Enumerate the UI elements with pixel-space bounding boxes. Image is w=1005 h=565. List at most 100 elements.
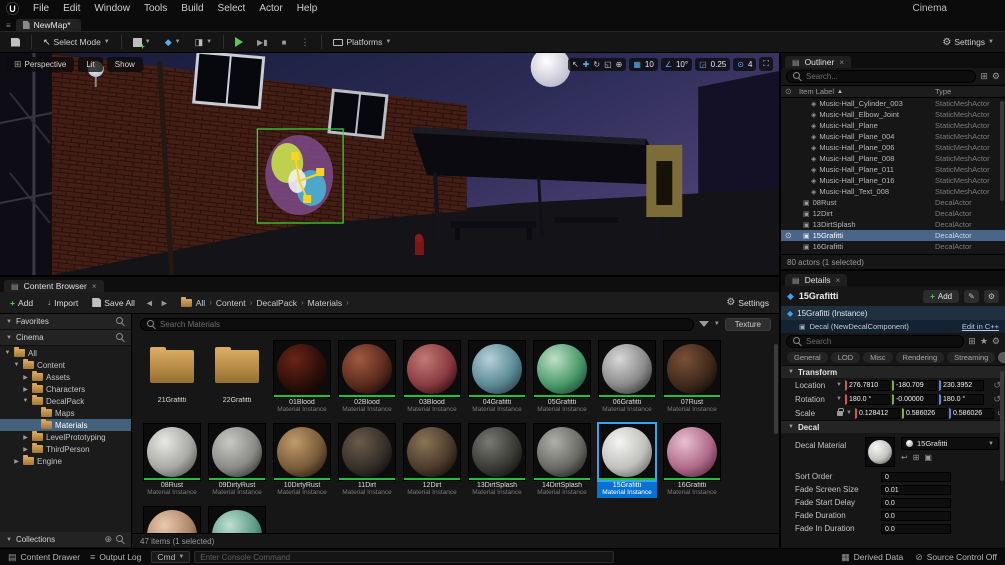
tab-content-browser[interactable]: ▤ Content Browser ×: [4, 280, 104, 292]
import-button[interactable]: ↓Import: [43, 296, 82, 310]
value-x[interactable]: 0.128412: [855, 408, 900, 419]
breadcrumb-all[interactable]: All: [196, 298, 205, 308]
view-mode-dropdown[interactable]: Lit: [78, 57, 102, 72]
decal-material-dropdown[interactable]: 15Grafitti ▼: [901, 437, 999, 450]
add-collection-icon[interactable]: ⊕: [104, 534, 112, 545]
outliner-row-music-hall_plane_011[interactable]: ◈Music-Hall_Plane_011StaticMeshActor: [781, 164, 1005, 175]
menu-edit[interactable]: Edit: [56, 2, 87, 15]
outliner-row-music-hall_cylinder_003[interactable]: ◈Music-Hall_Cylinder_003StaticMeshActor: [781, 98, 1005, 109]
stop-button[interactable]: ■: [277, 36, 292, 49]
outliner-row-13dirtsplash[interactable]: ▣13DirtSplashDecalActor: [781, 219, 1005, 230]
move-tool-icon[interactable]: ✚: [583, 60, 590, 69]
asset-13dirtsplash[interactable]: 13DirtSplashMaterial Instance: [467, 423, 527, 498]
section-decal[interactable]: ▼ Decal: [781, 420, 1005, 433]
settings-dropdown[interactable]: ⚙ Settings ▼: [937, 35, 999, 50]
asset-02blood[interactable]: 02BloodMaterial Instance: [337, 340, 397, 415]
expander-icon[interactable]: ▼: [13, 362, 20, 368]
search-icon[interactable]: [116, 535, 125, 544]
perspective-dropdown[interactable]: ⊞Perspective: [6, 57, 74, 72]
expander-icon[interactable]: ▶: [13, 458, 20, 465]
tree-item-decalpack[interactable]: ▼DecalPack: [0, 395, 131, 407]
property-value[interactable]: 0.01: [881, 485, 951, 495]
value-y[interactable]: -0.00000: [892, 394, 937, 405]
visibility-eye-icon[interactable]: ⊙: [785, 231, 799, 240]
menu-window[interactable]: Window: [87, 2, 137, 15]
decal-material-thumbnail[interactable]: [865, 437, 895, 467]
breadcrumb-decalpack[interactable]: DecalPack: [256, 298, 297, 308]
item-label-column[interactable]: Item Label: [799, 87, 834, 96]
unreal-logo-icon[interactable]: U: [6, 2, 19, 15]
filter-icon[interactable]: [699, 321, 709, 327]
outliner-row-music-hall_plane_004[interactable]: ◈Music-Hall_Plane_004StaticMeshActor: [781, 131, 1005, 142]
menu-help[interactable]: Help: [290, 2, 325, 15]
edit-in-cpp-link[interactable]: Edit in C++: [962, 322, 999, 331]
sort-ascending-icon[interactable]: ▲: [837, 89, 843, 95]
outliner-row-15grafitti[interactable]: ⊙▣15GrafittiDecalActor: [781, 230, 1005, 241]
section-transform[interactable]: ▼ Transform: [781, 365, 1005, 378]
maximize-viewport-button[interactable]: ⛶: [759, 57, 773, 71]
menu-actor[interactable]: Actor: [252, 2, 289, 15]
expander-icon[interactable]: ▶: [22, 446, 29, 453]
close-icon[interactable]: ×: [839, 58, 844, 67]
property-label[interactable]: Rotation: [795, 395, 833, 404]
viewport-scene[interactable]: [0, 53, 779, 275]
asset-folder-21grafitti[interactable]: 21Grafitti: [142, 340, 202, 415]
menu-build[interactable]: Build: [174, 2, 210, 15]
tree-item-thirdperson[interactable]: ▶ThirdPerson: [0, 443, 131, 455]
close-icon[interactable]: ×: [92, 282, 97, 291]
scrollbar[interactable]: [1000, 371, 1004, 481]
asset-08rust[interactable]: 08RustMaterial Instance: [142, 423, 202, 498]
asset-07rust[interactable]: 07RustMaterial Instance: [662, 340, 722, 415]
expander-icon[interactable]: ▼: [4, 350, 11, 356]
asset-11dirt[interactable]: 11DirtMaterial Instance: [337, 423, 397, 498]
property-label[interactable]: Fade In Duration: [795, 524, 881, 533]
viewport-3d[interactable]: ⊞Perspective Lit Show ↖ ✚ ↻ ◱ ⊕ ▦10 ∠10°…: [0, 53, 779, 275]
save-all-button[interactable]: Save All: [88, 296, 139, 310]
cmd-dropdown[interactable]: Cmd ▼: [151, 551, 190, 563]
browse-to-asset-icon[interactable]: ⊞: [913, 453, 920, 462]
outliner-row-music-hall_text_008[interactable]: ◈Music-Hall_Text_008StaticMeshActor: [781, 186, 1005, 197]
property-matrix-icon[interactable]: ⊞: [968, 336, 976, 347]
asset-folder-22grafitti[interactable]: 22Grafitti: [207, 340, 267, 415]
content-drawer-button[interactable]: ▤ Content Drawer: [8, 552, 80, 563]
tree-item-characters[interactable]: ▶Characters: [0, 383, 131, 395]
derived-data-button[interactable]: ▦ Derived Data: [841, 552, 903, 563]
details-tab-streaming[interactable]: Streaming: [947, 352, 995, 363]
rotation-snap-value[interactable]: 10°: [676, 60, 688, 69]
value-z[interactable]: 180.0 °: [939, 394, 984, 405]
visibility-column-icon[interactable]: ⊙: [785, 87, 799, 96]
cinematics-button[interactable]: ◨▼: [190, 35, 217, 50]
platforms-dropdown[interactable]: Platforms ▼: [328, 35, 396, 49]
asset-17grafitti[interactable]: 17GrafittiMaterial Instance: [142, 506, 202, 533]
property-label[interactable]: Fade Duration: [795, 511, 881, 520]
back-icon[interactable]: ◄: [145, 298, 154, 308]
chevron-down-icon[interactable]: ▼: [846, 410, 852, 416]
component-row[interactable]: ▣ Decal (NewDecalComponent) Edit in C++: [781, 320, 1005, 333]
outliner-row-music-hall_plane_008[interactable]: ◈Music-Hall_Plane_008StaticMeshActor: [781, 153, 1005, 164]
use-selected-icon[interactable]: ↩: [901, 453, 908, 462]
property-label[interactable]: Sort Order: [795, 472, 881, 481]
property-label[interactable]: Fade Start Delay: [795, 498, 881, 507]
sidebar-toggle-icon[interactable]: ≡: [6, 21, 11, 31]
outliner-row-music-hall_plane[interactable]: ◈Music-Hall_PlaneStaticMeshActor: [781, 120, 1005, 131]
menu-tools[interactable]: Tools: [137, 2, 174, 15]
asset-search[interactable]: [140, 318, 694, 331]
scale-snap-toggle[interactable]: ◲0.25: [695, 58, 730, 71]
outliner-search-input[interactable]: [806, 72, 969, 81]
asset-06grafitti[interactable]: 06GrafittiMaterial Instance: [597, 340, 657, 415]
filter-chip-texture[interactable]: Texture: [725, 318, 771, 331]
property-label[interactable]: Location: [795, 381, 833, 390]
tab-outliner[interactable]: ▤ Outliner ×: [785, 56, 851, 68]
property-value[interactable]: 0.0: [881, 524, 951, 534]
play-button[interactable]: [230, 35, 248, 49]
frame-skip-button[interactable]: ▶▮: [252, 36, 273, 49]
project-section[interactable]: ▼ Cinema: [0, 330, 131, 346]
details-search[interactable]: [786, 335, 964, 348]
gear-icon[interactable]: ⚙: [992, 71, 1000, 82]
tree-item-content[interactable]: ▼Content: [0, 359, 131, 371]
rotation-snap-toggle[interactable]: ∠10°: [661, 58, 692, 71]
value-x[interactable]: 276.7810: [845, 380, 890, 391]
asset-09dirtyrust[interactable]: 09DirtyRustMaterial Instance: [207, 423, 267, 498]
gear-icon[interactable]: ⚙: [984, 290, 999, 303]
property-label[interactable]: Scale: [795, 409, 833, 418]
